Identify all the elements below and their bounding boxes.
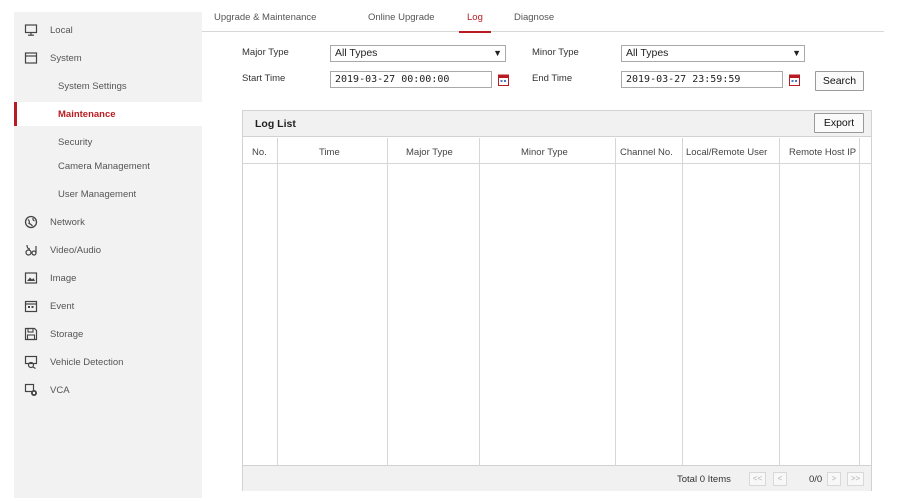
end-time-input[interactable]: 2019-03-27 23:59:59 xyxy=(621,71,783,88)
calendar-icon xyxy=(24,299,38,313)
column-divider xyxy=(859,138,860,465)
sidebar-item-image[interactable]: Image xyxy=(14,266,202,290)
last-page-button[interactable]: >> xyxy=(847,472,864,486)
system-icon xyxy=(24,51,38,65)
sidebar-item-label: Vehicle Detection xyxy=(50,356,124,368)
pagination-bar: Total 0 Items << < 0/0 > >> xyxy=(243,465,871,491)
sidebar-item-label: Security xyxy=(58,136,93,148)
chevron-down-icon: ▼ xyxy=(792,48,801,58)
major-type-label: Major Type xyxy=(242,47,289,58)
column-header-local-remote-user[interactable]: Local/Remote User xyxy=(686,147,767,158)
log-list-title: Log List xyxy=(255,118,296,130)
globe-icon xyxy=(24,215,38,229)
sidebar-item-label: Video/Audio xyxy=(50,244,102,256)
column-header-no[interactable]: No. xyxy=(252,147,267,158)
tab-diagnose[interactable]: Diagnose xyxy=(514,12,554,32)
total-items: Total 0 Items xyxy=(677,474,731,485)
sidebar-item-storage[interactable]: Storage xyxy=(14,322,202,346)
sidebar-item-local[interactable]: Local xyxy=(14,18,202,42)
minor-type-select[interactable]: All Types ▼ xyxy=(621,45,805,62)
next-page-button[interactable]: > xyxy=(827,472,841,486)
prev-page-button[interactable]: < xyxy=(773,472,787,486)
tab-upgrade-maintenance[interactable]: Upgrade & Maintenance xyxy=(214,12,316,32)
minor-type-label: Minor Type xyxy=(532,47,579,58)
column-divider xyxy=(779,138,780,465)
image-icon xyxy=(24,271,38,285)
sidebar-item-label: VCA xyxy=(50,384,70,396)
column-header-time[interactable]: Time xyxy=(319,147,340,158)
start-time-label: Start Time xyxy=(242,73,286,84)
sidebar-item-label: Camera Management xyxy=(58,160,150,172)
column-divider xyxy=(682,138,683,465)
vca-icon xyxy=(24,383,38,397)
sidebar-item-security[interactable]: Security xyxy=(14,130,202,154)
tab-online-upgrade[interactable]: Online Upgrade xyxy=(368,12,435,32)
column-divider xyxy=(277,138,278,465)
sidebar-item-vehicle-detection[interactable]: Vehicle Detection xyxy=(14,350,202,374)
minor-type-value: All Types xyxy=(626,47,669,59)
sidebar-item-vca[interactable]: VCA xyxy=(14,378,202,402)
major-type-value: All Types xyxy=(335,47,378,59)
sidebar-item-video-audio[interactable]: Video/Audio xyxy=(14,238,202,262)
column-divider xyxy=(615,138,616,465)
column-header-remote-host-ip[interactable]: Remote Host IP xyxy=(789,147,856,158)
sidebar-item-maintenance[interactable]: Maintenance xyxy=(14,102,202,126)
tab-bar: Upgrade & Maintenance Online Upgrade Log… xyxy=(202,8,884,33)
video-audio-icon xyxy=(24,243,38,257)
major-type-select[interactable]: All Types ▼ xyxy=(330,45,506,62)
sidebar-item-label: System xyxy=(50,52,82,64)
sidebar-item-event[interactable]: Event xyxy=(14,294,202,318)
sidebar-item-label: Event xyxy=(50,300,75,312)
sidebar-item-label: System Settings xyxy=(58,80,127,92)
sidebar-item-system-settings[interactable]: System Settings xyxy=(14,74,202,98)
column-divider xyxy=(387,138,388,465)
column-divider xyxy=(479,138,480,465)
save-disk-icon xyxy=(24,327,38,341)
tab-log[interactable]: Log xyxy=(459,12,491,33)
sidebar: Local System System Settings Maintenance… xyxy=(14,12,202,498)
column-header-channel-no[interactable]: Channel No. xyxy=(620,147,673,158)
chevron-down-icon: ▼ xyxy=(493,48,502,58)
sidebar-item-camera-management[interactable]: Camera Management xyxy=(14,154,202,178)
column-header-minor-type[interactable]: Minor Type xyxy=(521,147,568,158)
vehicle-detection-icon xyxy=(24,355,38,369)
sidebar-item-label: Storage xyxy=(50,328,84,340)
first-page-button[interactable]: << xyxy=(749,472,766,486)
sidebar-item-label: Maintenance xyxy=(58,108,116,120)
page-info: 0/0 xyxy=(809,474,823,485)
column-header-major-type[interactable]: Major Type xyxy=(406,147,453,158)
sidebar-item-user-management[interactable]: User Management xyxy=(14,182,202,206)
export-button[interactable]: Export xyxy=(814,113,864,133)
sidebar-item-label: Network xyxy=(50,216,85,228)
log-list-panel: Log List Export No. Time Major Type Mino… xyxy=(242,110,872,491)
sidebar-item-network[interactable]: Network xyxy=(14,210,202,234)
search-button[interactable]: Search xyxy=(815,71,864,91)
log-list-header: Log List Export xyxy=(243,111,871,137)
sidebar-item-label: User Management xyxy=(58,188,137,200)
monitor-icon xyxy=(24,23,38,37)
calendar-icon[interactable] xyxy=(789,74,800,86)
start-time-input[interactable]: 2019-03-27 00:00:00 xyxy=(330,71,492,88)
sidebar-item-system[interactable]: System xyxy=(14,46,202,70)
calendar-icon[interactable] xyxy=(498,74,509,86)
header-divider xyxy=(243,163,871,164)
sidebar-item-label: Image xyxy=(50,272,77,284)
end-time-label: End Time xyxy=(532,73,573,84)
sidebar-item-label: Local xyxy=(50,24,73,36)
